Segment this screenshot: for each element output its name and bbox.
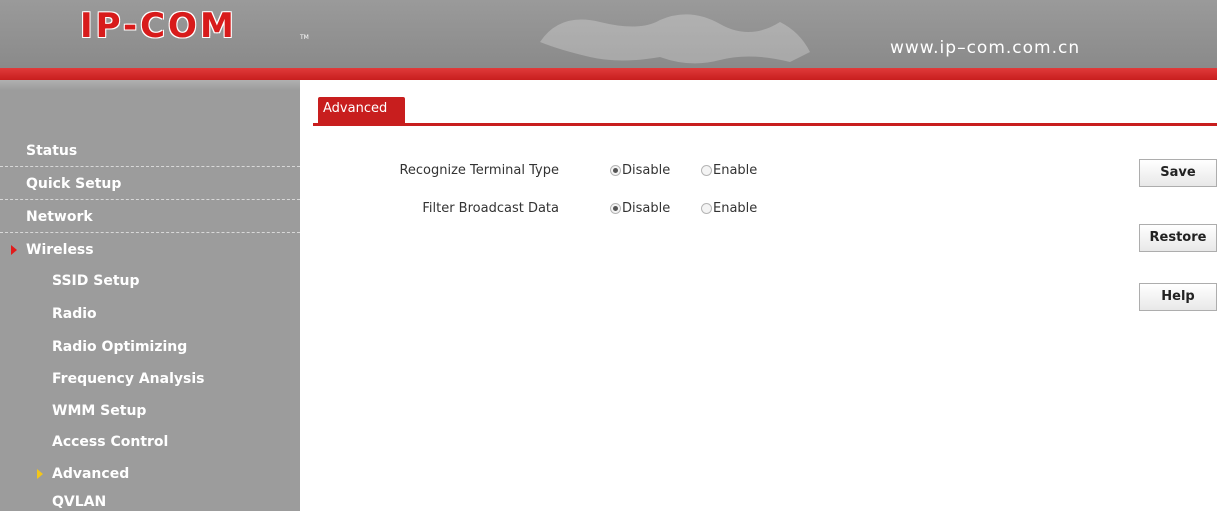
- tab-underline: [313, 123, 1217, 126]
- expanded-arrow-icon: [11, 245, 17, 255]
- radio-label: Disable: [622, 163, 671, 178]
- sidebar-item-label: Wireless: [26, 242, 94, 258]
- filter-broadcast-data-label: Filter Broadcast Data: [422, 201, 559, 216]
- sidebar-item-label: QVLAN: [52, 494, 107, 510]
- header-red-band: [0, 68, 1217, 80]
- active-arrow-icon: [37, 469, 43, 479]
- sidebar-item-label: Network: [26, 209, 93, 225]
- sidebar-item-wireless[interactable]: Wireless: [0, 233, 300, 266]
- ip-com-logo: IP-COM: [80, 6, 237, 46]
- sidebar-item-label: Status: [26, 143, 78, 159]
- radio-checked-icon: [610, 203, 621, 214]
- radio-label: Enable: [713, 163, 758, 178]
- recognize-terminal-disable-radio[interactable]: Disable: [610, 163, 680, 179]
- sidebar-item-radio-optimizing[interactable]: Radio Optimizing: [0, 330, 300, 363]
- sidebar-item-label: Advanced: [52, 466, 130, 482]
- sidebar-item-ssid-setup[interactable]: SSID Setup: [0, 264, 300, 297]
- radio-label: Disable: [622, 201, 671, 216]
- recognize-terminal-type-label: Recognize Terminal Type: [399, 163, 559, 178]
- site-url: www.ip–com.com.cn: [890, 38, 1081, 58]
- sidebar-item-qvlan[interactable]: QVLAN: [0, 485, 300, 518]
- filter-broadcast-enable-radio[interactable]: Enable: [701, 201, 771, 217]
- radio-label: Enable: [713, 201, 758, 216]
- sidebar-item-network[interactable]: Network: [0, 200, 300, 233]
- sidebar-item-label: Radio: [52, 306, 97, 322]
- sidebar-item-frequency-analysis[interactable]: Frequency Analysis: [0, 362, 300, 395]
- sidebar-item-label: Radio Optimizing: [52, 339, 188, 355]
- sidebar-item-status[interactable]: Status: [0, 134, 300, 167]
- radio-checked-icon: [610, 165, 621, 176]
- help-button[interactable]: Help: [1139, 283, 1217, 311]
- radio-unchecked-icon: [701, 165, 712, 176]
- sidebar-top-shade: [0, 80, 300, 90]
- radio-unchecked-icon: [701, 203, 712, 214]
- filter-broadcast-disable-radio[interactable]: Disable: [610, 201, 680, 217]
- sidebar-item-access-control[interactable]: Access Control: [0, 425, 300, 458]
- header-banner: IP-COM TM www.ip–com.com.cn: [0, 0, 1217, 68]
- sidebar-item-label: SSID Setup: [52, 273, 140, 289]
- sidebar-item-label: WMM Setup: [52, 403, 147, 419]
- restore-button[interactable]: Restore: [1139, 224, 1217, 252]
- tab-advanced[interactable]: Advanced: [318, 97, 405, 123]
- save-button[interactable]: Save: [1139, 159, 1217, 187]
- sidebar-item-wmm-setup[interactable]: WMM Setup: [0, 394, 300, 427]
- recognize-terminal-enable-radio[interactable]: Enable: [701, 163, 771, 179]
- tab-label: Advanced: [323, 101, 388, 116]
- logo-trademark: TM: [300, 34, 309, 41]
- sidebar-item-quick-setup[interactable]: Quick Setup: [0, 167, 300, 200]
- sidebar-item-label: Access Control: [52, 434, 169, 450]
- world-map-graphic: [540, 14, 810, 64]
- sidebar-item-radio[interactable]: Radio: [0, 297, 300, 330]
- sidebar-item-label: Quick Setup: [26, 176, 122, 192]
- sidebar-item-label: Frequency Analysis: [52, 371, 205, 387]
